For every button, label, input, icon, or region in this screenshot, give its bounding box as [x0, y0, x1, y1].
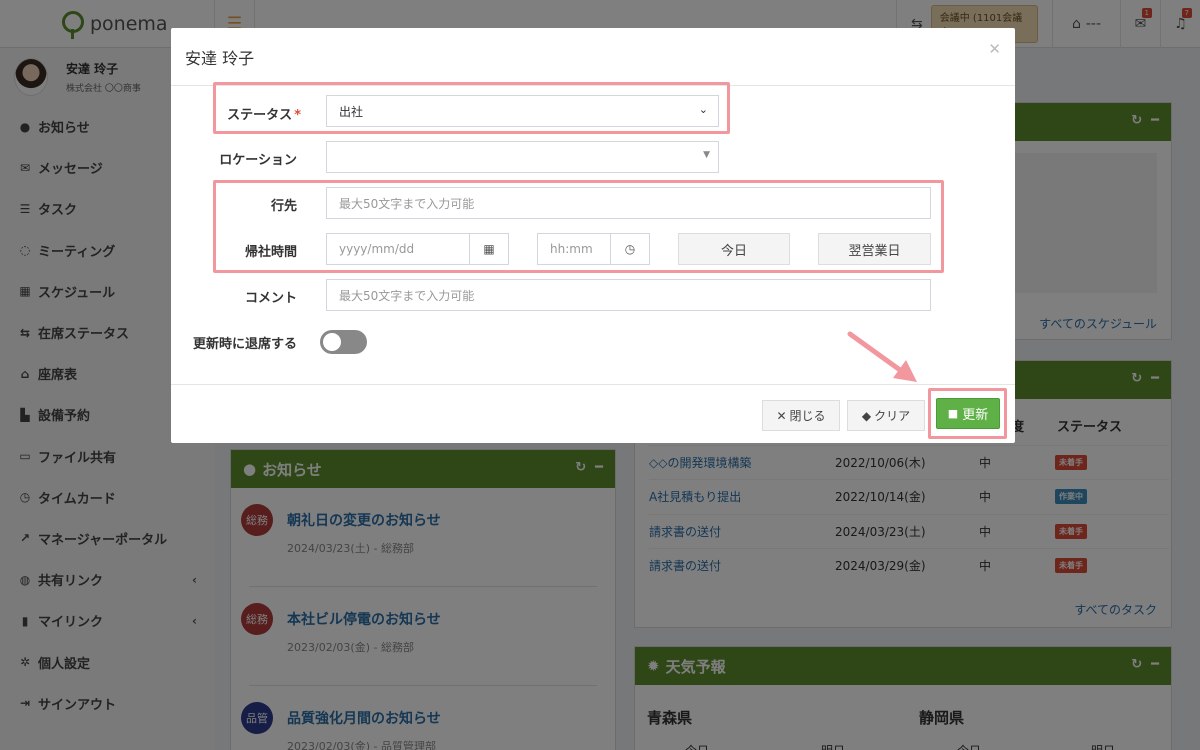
- modal-title: 安達 玲子: [185, 48, 255, 68]
- eraser-icon: ◆: [861, 408, 872, 423]
- clear-button[interactable]: ◆ クリア: [847, 400, 925, 431]
- location-label: ロケーション: [219, 153, 297, 168]
- comment-input[interactable]: 最大50文字まで入力可能: [326, 279, 931, 311]
- highlight-status: [213, 82, 730, 134]
- caret-down-icon: ▼: [703, 150, 710, 160]
- toggle-knob: [323, 333, 341, 351]
- update-button[interactable]: ■ 更新: [936, 398, 1000, 429]
- modal-footer: ✕ 閉じる ◆ クリア: [171, 384, 1015, 443]
- modal-header: 安達 玲子 ✕: [171, 28, 1015, 86]
- location-select[interactable]: ▼: [326, 141, 719, 173]
- leave-on-update-label: 更新時に退席する: [192, 337, 297, 352]
- highlight-destination-return: [213, 180, 944, 273]
- close-icon[interactable]: ✕: [988, 40, 1001, 58]
- close-icon: ✕: [776, 408, 787, 423]
- save-icon: ■: [947, 407, 959, 420]
- close-button[interactable]: ✕ 閉じる: [762, 400, 840, 431]
- comment-label: コメント: [244, 291, 297, 306]
- leave-on-update-toggle[interactable]: [320, 330, 367, 354]
